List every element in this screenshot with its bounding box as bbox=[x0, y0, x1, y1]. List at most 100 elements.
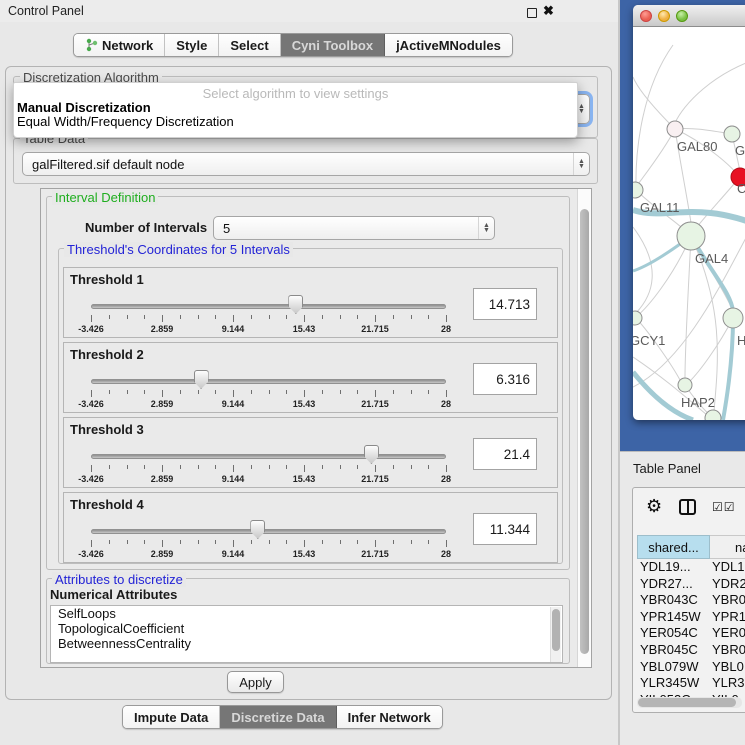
apply-button[interactable]: Apply bbox=[227, 671, 284, 693]
gear-icon[interactable]: ⚙ bbox=[646, 496, 662, 517]
table-row[interactable]: YER054CYER0 bbox=[637, 625, 745, 642]
network-node[interactable] bbox=[633, 311, 642, 325]
threshold-value-field[interactable]: 14.713 bbox=[473, 288, 537, 320]
list-scrollbar[interactable] bbox=[550, 607, 561, 663]
tab-style[interactable]: Style bbox=[165, 34, 219, 56]
tab-cyni-toolbox[interactable]: Cyni Toolbox bbox=[281, 34, 385, 56]
slider-tick bbox=[180, 465, 181, 469]
cell-shared-name[interactable]: YDR27... bbox=[637, 576, 710, 593]
scrollbar-thumb[interactable] bbox=[580, 209, 589, 654]
bottom-tab-infer-network[interactable]: Infer Network bbox=[337, 706, 442, 728]
cell-shared-name[interactable]: YBR045C bbox=[637, 642, 710, 659]
cell-shared-name[interactable]: YBR043C bbox=[637, 592, 710, 609]
network-edge[interactable] bbox=[633, 77, 675, 129]
threshold-value-field[interactable]: 21.4 bbox=[473, 438, 537, 470]
table-row[interactable]: YDR27...YDR2 bbox=[637, 576, 745, 593]
column-header-shared[interactable]: shared... bbox=[637, 535, 710, 559]
float-window-icon[interactable] bbox=[527, 8, 537, 18]
network-edge[interactable] bbox=[636, 45, 673, 190]
network-edge[interactable] bbox=[685, 236, 691, 378]
slider-handle[interactable] bbox=[250, 520, 265, 539]
threshold-box-2: Threshold 2-3.4262.8599.14415.4321.71528… bbox=[63, 342, 558, 413]
cell-shared-name[interactable]: YER054C bbox=[637, 625, 710, 642]
cell-shared-name[interactable]: YPR145W bbox=[637, 609, 710, 626]
slider-handle[interactable] bbox=[194, 370, 209, 389]
close-traffic-icon[interactable] bbox=[640, 10, 652, 22]
node-label-gcy1: GCY1 bbox=[633, 333, 665, 348]
table-row[interactable]: YBR045CYBR0 bbox=[637, 642, 745, 659]
slider-handle[interactable] bbox=[288, 295, 303, 314]
close-icon[interactable]: ✖ bbox=[543, 3, 554, 19]
combo-stepper-icon[interactable]: ▲▼ bbox=[478, 217, 494, 239]
network-edge[interactable] bbox=[690, 318, 733, 381]
attribute-item-betweennesscentrality[interactable]: BetweennessCentrality bbox=[51, 636, 562, 651]
combo-stepper-icon[interactable]: ▲▼ bbox=[573, 153, 589, 175]
cell-name[interactable]: YPR1 bbox=[710, 609, 745, 626]
column-layout-icon[interactable] bbox=[679, 499, 696, 515]
checkbox-icons[interactable]: ☑☑ bbox=[712, 500, 736, 514]
column-header-name[interactable]: na bbox=[710, 535, 745, 559]
cell-name[interactable]: YBL0 bbox=[710, 659, 745, 676]
bottom-tab-discretize-data[interactable]: Discretize Data bbox=[220, 706, 336, 728]
slider-track[interactable] bbox=[91, 454, 446, 459]
network-window-titlebar[interactable] bbox=[633, 5, 745, 27]
network-graph[interactable]: GAL80GCGAL11GAL4GCY1HHAP2 bbox=[633, 27, 745, 420]
zoom-traffic-icon[interactable] bbox=[676, 10, 688, 22]
tab-network[interactable]: Network bbox=[74, 34, 165, 56]
cell-name[interactable]: YBR0 bbox=[710, 592, 745, 609]
slider-track[interactable] bbox=[91, 529, 446, 534]
table-row[interactable]: YBR043CYBR0 bbox=[637, 592, 745, 609]
threshold-value-field[interactable]: 11.344 bbox=[473, 513, 537, 545]
network-edge[interactable] bbox=[675, 57, 745, 123]
slider-track[interactable] bbox=[91, 304, 446, 309]
attribute-item-topologicalcoefficient[interactable]: TopologicalCoefficient bbox=[51, 621, 562, 636]
network-node[interactable] bbox=[705, 410, 721, 420]
cell-shared-name[interactable]: YDL19... bbox=[637, 559, 710, 576]
network-node[interactable] bbox=[667, 121, 683, 137]
minimize-traffic-icon[interactable] bbox=[658, 10, 670, 22]
table-row[interactable]: YLR345WYLR3 bbox=[637, 675, 745, 692]
threshold-label: Threshold 2 bbox=[70, 347, 144, 362]
slider-tick bbox=[109, 540, 110, 544]
cell-shared-name[interactable]: YLR345W bbox=[637, 675, 710, 692]
cell-name[interactable]: YDL1 bbox=[710, 559, 745, 576]
network-view-window[interactable]: GAL80GCGAL11GAL4GCY1HHAP2 bbox=[633, 5, 745, 420]
tab-select[interactable]: Select bbox=[219, 34, 280, 56]
slider-tick-label: 28 bbox=[441, 324, 451, 334]
cell-name[interactable]: YLR3 bbox=[710, 675, 745, 692]
slider-tick bbox=[215, 390, 216, 394]
network-edge[interactable] bbox=[636, 318, 680, 380]
table-row[interactable]: YPR145WYPR1 bbox=[637, 609, 745, 626]
cell-name[interactable]: YER0 bbox=[710, 625, 745, 642]
threshold-value-field[interactable]: 6.316 bbox=[473, 363, 537, 395]
network-node[interactable] bbox=[723, 308, 743, 328]
scrollbar-thumb[interactable] bbox=[638, 698, 736, 707]
scrollbar-thumb[interactable] bbox=[552, 609, 560, 651]
network-node[interactable] bbox=[678, 378, 692, 392]
bottom-tab-impute-data[interactable]: Impute Data bbox=[123, 706, 220, 728]
table-data-combobox[interactable]: galFiltered.sif default node ▲▼ bbox=[22, 152, 590, 176]
network-node[interactable] bbox=[677, 222, 705, 250]
attribute-item-selfloops[interactable]: SelfLoops bbox=[51, 606, 562, 621]
algorithm-option-equal-width-frequency-discretization[interactable]: Equal Width/Frequency Discretization bbox=[16, 114, 573, 129]
tab-label: Cyni Toolbox bbox=[292, 38, 373, 53]
slider-tick-label: -3.426 bbox=[78, 549, 104, 559]
slider-tick-label: -3.426 bbox=[78, 324, 104, 334]
table-row[interactable]: YBL079WYBL0 bbox=[637, 659, 745, 676]
algorithm-option-manual-discretization[interactable]: Manual Discretization bbox=[16, 100, 573, 115]
slider-handle[interactable] bbox=[364, 445, 379, 464]
slider-tick-label: 21.715 bbox=[361, 324, 389, 334]
horizontal-scrollbar[interactable] bbox=[637, 697, 742, 708]
slider-tick bbox=[215, 540, 216, 544]
cell-name[interactable]: YBR0 bbox=[710, 642, 745, 659]
tab-jactivemnodules[interactable]: jActiveMNodules bbox=[385, 34, 512, 56]
network-node[interactable] bbox=[724, 126, 740, 142]
cell-shared-name[interactable]: YBL079W bbox=[637, 659, 710, 676]
numerical-attributes-list[interactable]: SelfLoopsTopologicalCoefficientBetweenne… bbox=[50, 605, 563, 663]
vertical-scrollbar[interactable] bbox=[577, 189, 591, 667]
slider-track[interactable] bbox=[91, 379, 446, 384]
network-edge[interactable] bbox=[636, 129, 675, 187]
cell-name[interactable]: YDR2 bbox=[710, 576, 745, 593]
number-of-intervals-combobox[interactable]: 5 ▲▼ bbox=[213, 216, 495, 240]
table-row[interactable]: YDL19...YDL1 bbox=[637, 559, 745, 576]
